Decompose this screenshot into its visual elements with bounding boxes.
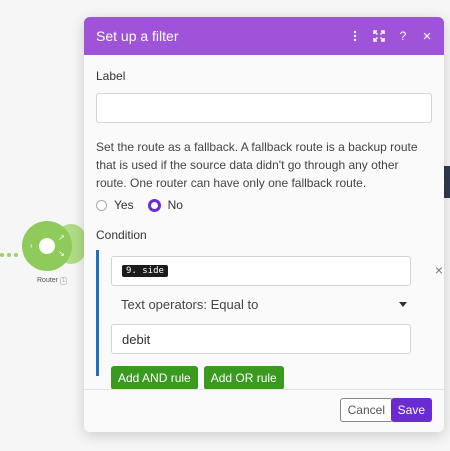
dialog-header: Set up a filter ? × [84,17,444,55]
cancel-button[interactable]: Cancel [339,398,393,422]
connection-dots [0,244,22,257]
radio-label: Yes [114,198,134,212]
dialog-title: Set up a filter [96,28,179,44]
arrow-up-right-icon: ↗ [58,233,65,242]
condition-value-input[interactable]: debit [111,324,411,354]
operator-select[interactable]: Text operators: Equal to [111,290,411,318]
remove-condition-icon[interactable]: × [435,262,443,278]
condition-group: 9. side × Text operators: Equal to debit… [96,250,443,390]
variable-pill[interactable]: 9. side [122,265,168,277]
fallback-yes-radio[interactable]: Yes [96,198,134,212]
condition-value-text: debit [122,331,151,347]
label-title: Label [96,69,126,83]
filter-dialog: Set up a filter ? × Label Set the route … [84,17,444,432]
fallback-no-radio[interactable]: No [147,198,183,212]
help-icon[interactable]: ? [392,25,414,47]
radio-unchecked-icon [96,199,107,211]
expand-icon[interactable] [368,25,390,47]
arrow-down-right-icon: ↘ [58,249,65,258]
label-input[interactable] [96,93,432,123]
condition-operand-field[interactable]: 9. side [111,256,411,286]
dialog-footer: Cancel Save [84,389,444,432]
save-button[interactable]: Save [390,398,432,422]
chevron-down-icon [399,301,407,307]
rule-buttons: Add AND rule Add OR rule [111,366,421,390]
arrow-right-icon: › [30,241,33,250]
fallback-radio-group: Yes No [96,198,432,212]
router-label-text: Router [37,277,59,284]
router-module[interactable]: › ↗ ↘ [22,221,72,271]
router-label: Router 1 [37,277,68,285]
fallback-help-text: Set the route as a fallback. A fallback … [96,140,418,190]
add-or-rule-button[interactable]: Add OR rule [203,366,284,390]
add-and-rule-button[interactable]: Add AND rule [111,366,198,390]
radio-checked-icon [147,198,161,212]
router-id-badge: 1 [60,277,68,285]
close-icon[interactable]: × [416,25,438,47]
operator-select-value: Text operators: Equal to [121,296,259,312]
router-core-icon [39,238,55,254]
condition-title: Condition [96,228,147,242]
radio-label: No [167,198,183,212]
more-vertical-icon[interactable] [344,25,366,47]
